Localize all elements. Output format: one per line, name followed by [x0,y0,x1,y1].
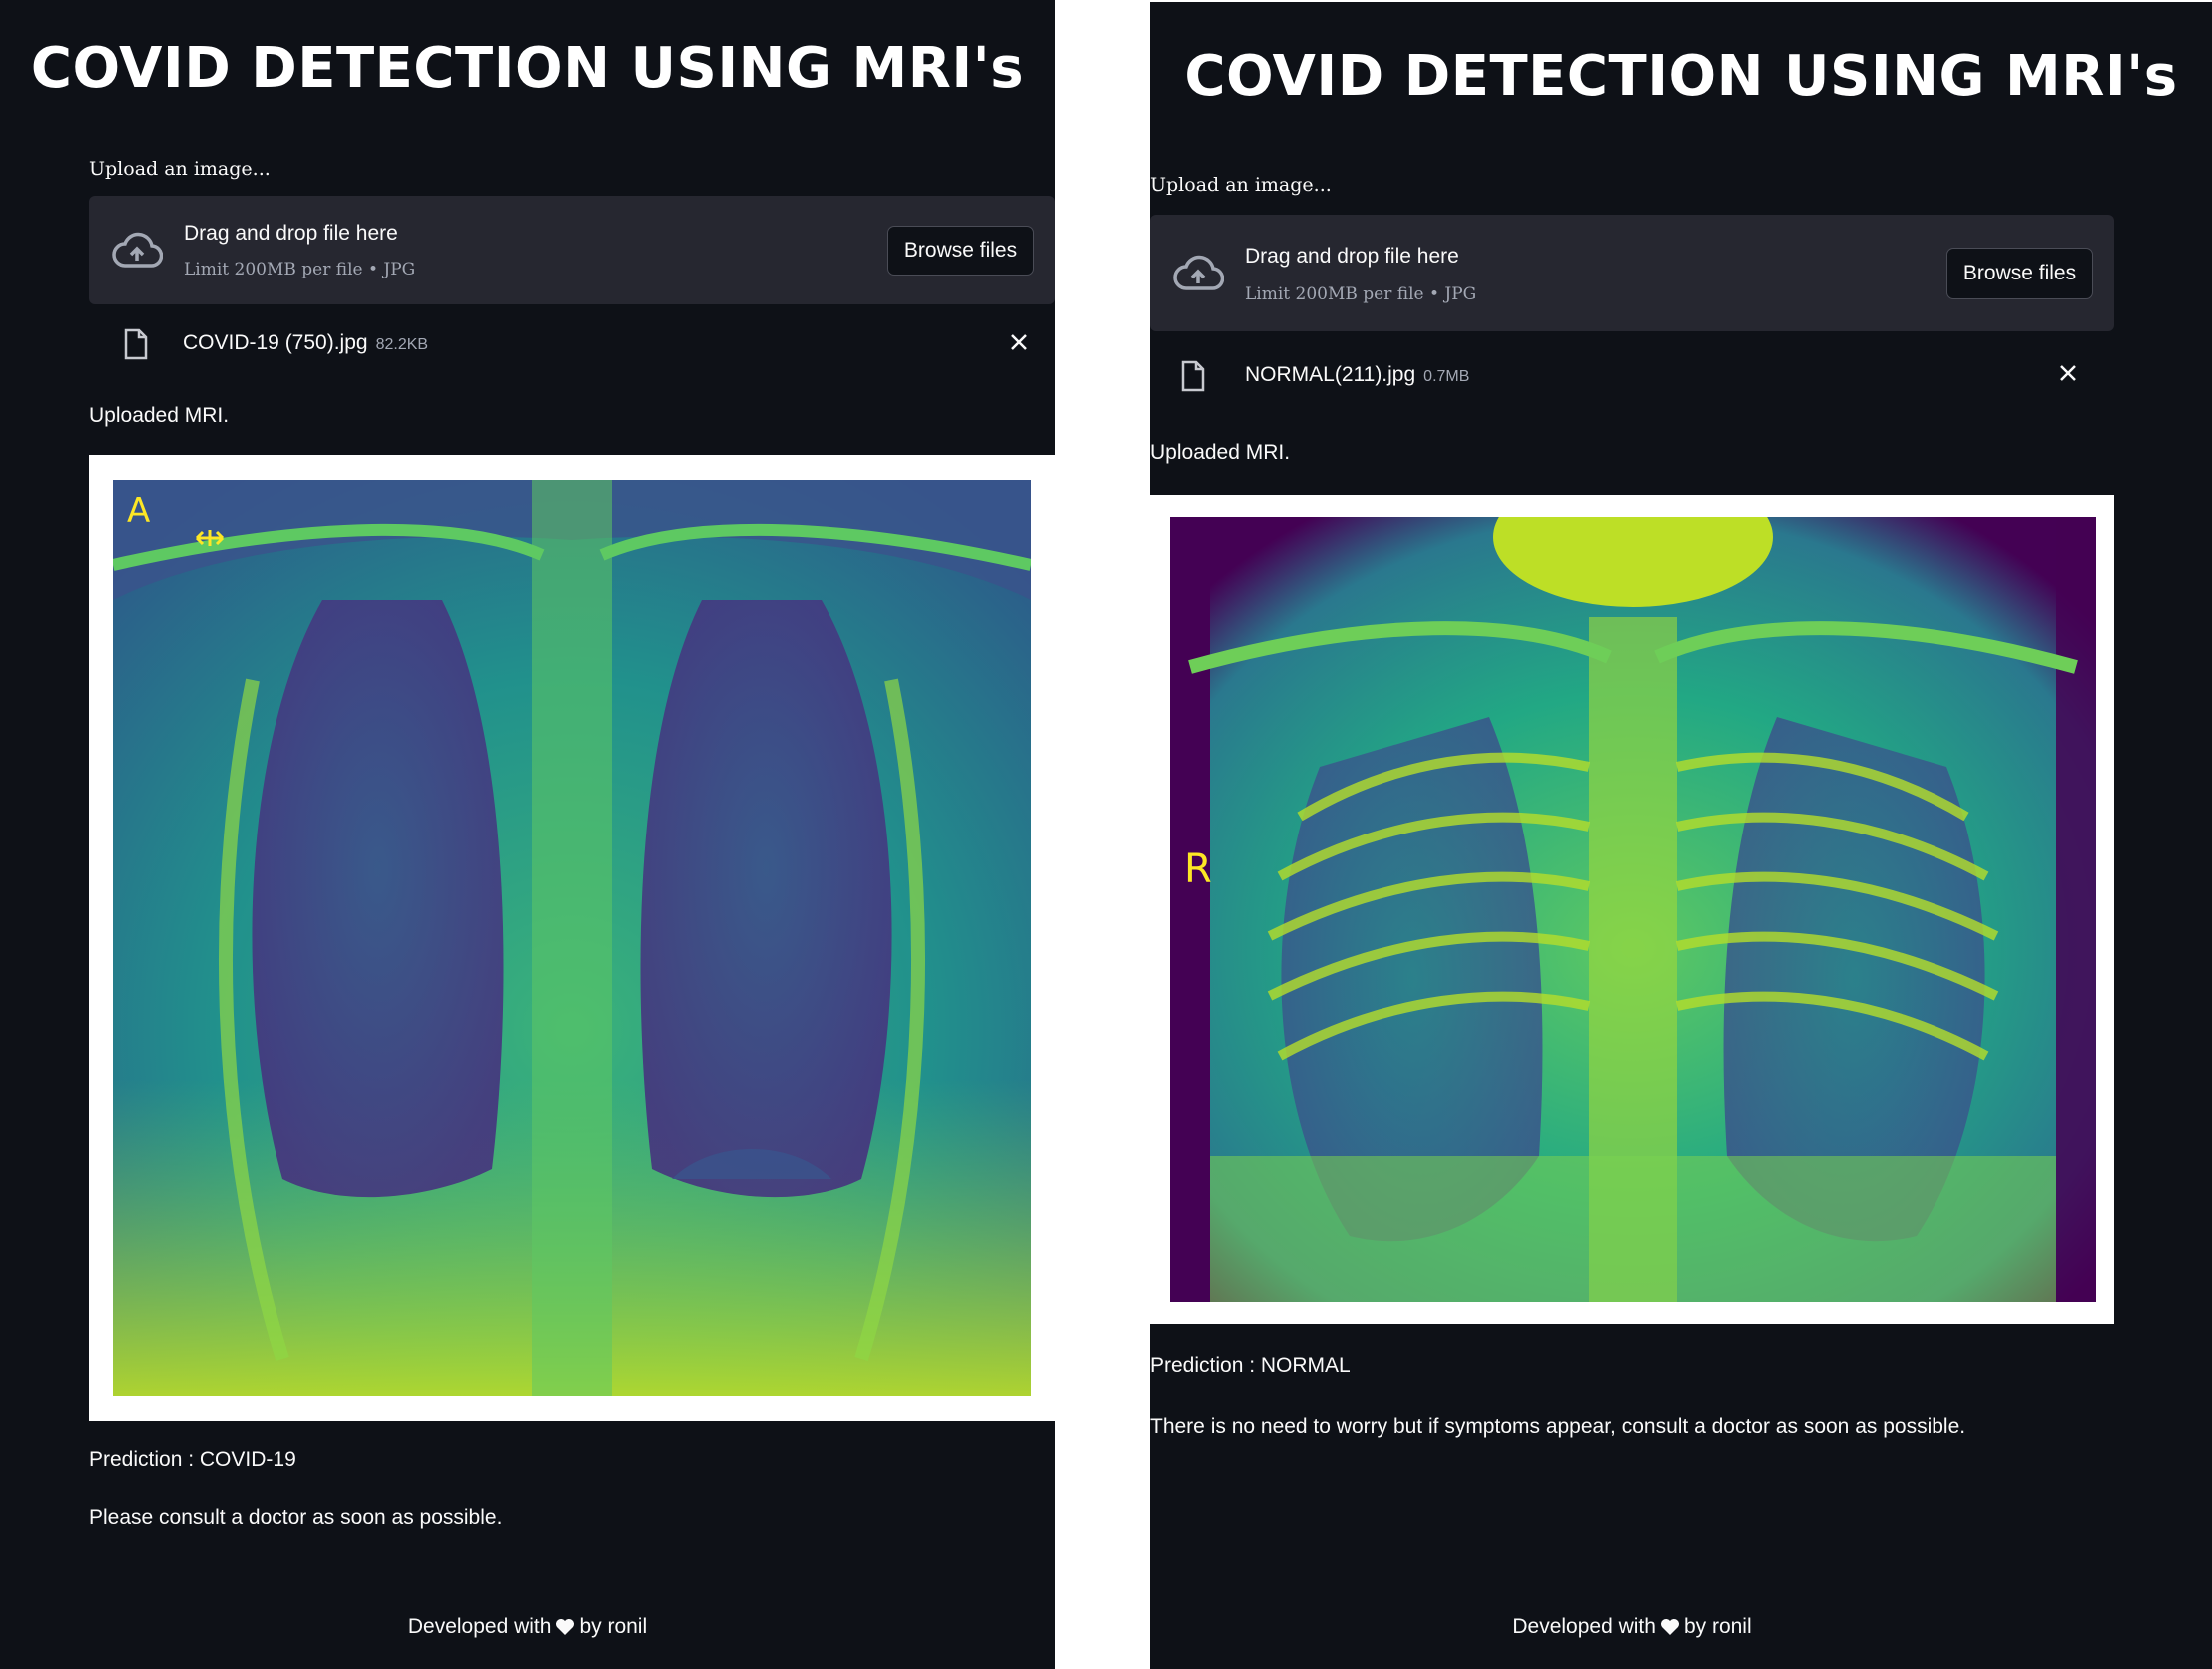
drag-drop-text: Drag and drop file here [1245,245,1459,268]
uploaded-mri-label: Uploaded MRI. [1150,441,1291,464]
advice-text: There is no need to worry but if symptom… [1150,1415,1966,1438]
footer-after: by ronil [579,1615,648,1638]
page-title: COVID DETECTION USING MRI's [1184,44,2178,109]
file-size: 0.7MB [1423,368,1470,385]
uploaded-mri-label: Uploaded MRI. [89,404,230,427]
uploaded-image-frame: A [89,455,1055,1421]
browse-files-button[interactable]: Browse files [887,226,1034,276]
file-name-text: COVID-19 (750).jpg [183,331,368,354]
close-icon[interactable] [1007,330,1031,354]
footer-before: Developed with [1512,1615,1656,1638]
file-size: 82.2KB [375,336,429,353]
file-limit-text: Limit 200MB per file • JPG [1245,284,1477,304]
upload-label: Upload an image... [1150,174,1332,196]
xray-marker: R [1184,846,1212,892]
cloud-upload-icon [1173,255,1224,290]
left-app-panel: COVID DETECTION USING MRI's Upload an im… [0,0,1055,1669]
uploaded-file-row: NORMAL(211).jpg 0.7MB [1180,357,2078,397]
heart-icon [556,1619,575,1635]
browse-files-button[interactable]: Browse files [1946,248,2093,299]
footer: Developed with by ronil [1150,1615,2114,1639]
footer: Developed with by ronil [0,1615,1055,1639]
file-icon [1181,360,1205,392]
uploaded-file-row: COVID-19 (750).jpg 82.2KB [123,325,1041,365]
xray-image: R [1170,517,2096,1302]
page: COVID DETECTION USING MRI's Upload an im… [0,0,2212,1669]
xray-marker: A [127,491,150,531]
file-name-text: NORMAL(211).jpg [1245,363,1416,386]
page-title: COVID DETECTION USING MRI's [30,36,1025,101]
prediction-text: Prediction : NORMAL [1150,1354,1351,1377]
heart-icon [1660,1619,1679,1635]
uploaded-image-frame: R [1150,495,2114,1324]
upload-label: Upload an image... [89,158,271,180]
file-icon [124,328,148,360]
xray-image: A [113,480,1031,1396]
advice-text: Please consult a doctor as soon as possi… [89,1506,503,1529]
footer-before: Developed with [407,1615,552,1638]
file-uploader-dropzone[interactable]: Drag and drop file here Limit 200MB per … [89,196,1055,304]
file-uploader-dropzone[interactable]: Drag and drop file here Limit 200MB per … [1150,215,2114,331]
file-name: COVID-19 (750).jpg 82.2KB [183,331,428,355]
drag-drop-text: Drag and drop file here [184,222,398,245]
file-name: NORMAL(211).jpg 0.7MB [1245,363,1469,387]
footer-after: by ronil [1683,1615,1752,1638]
close-icon[interactable] [2056,361,2080,385]
right-app-panel: COVID DETECTION USING MRI's Upload an im… [1150,2,2212,1669]
cloud-upload-icon [112,232,163,268]
file-limit-text: Limit 200MB per file • JPG [184,260,416,279]
prediction-text: Prediction : COVID-19 [89,1448,296,1471]
